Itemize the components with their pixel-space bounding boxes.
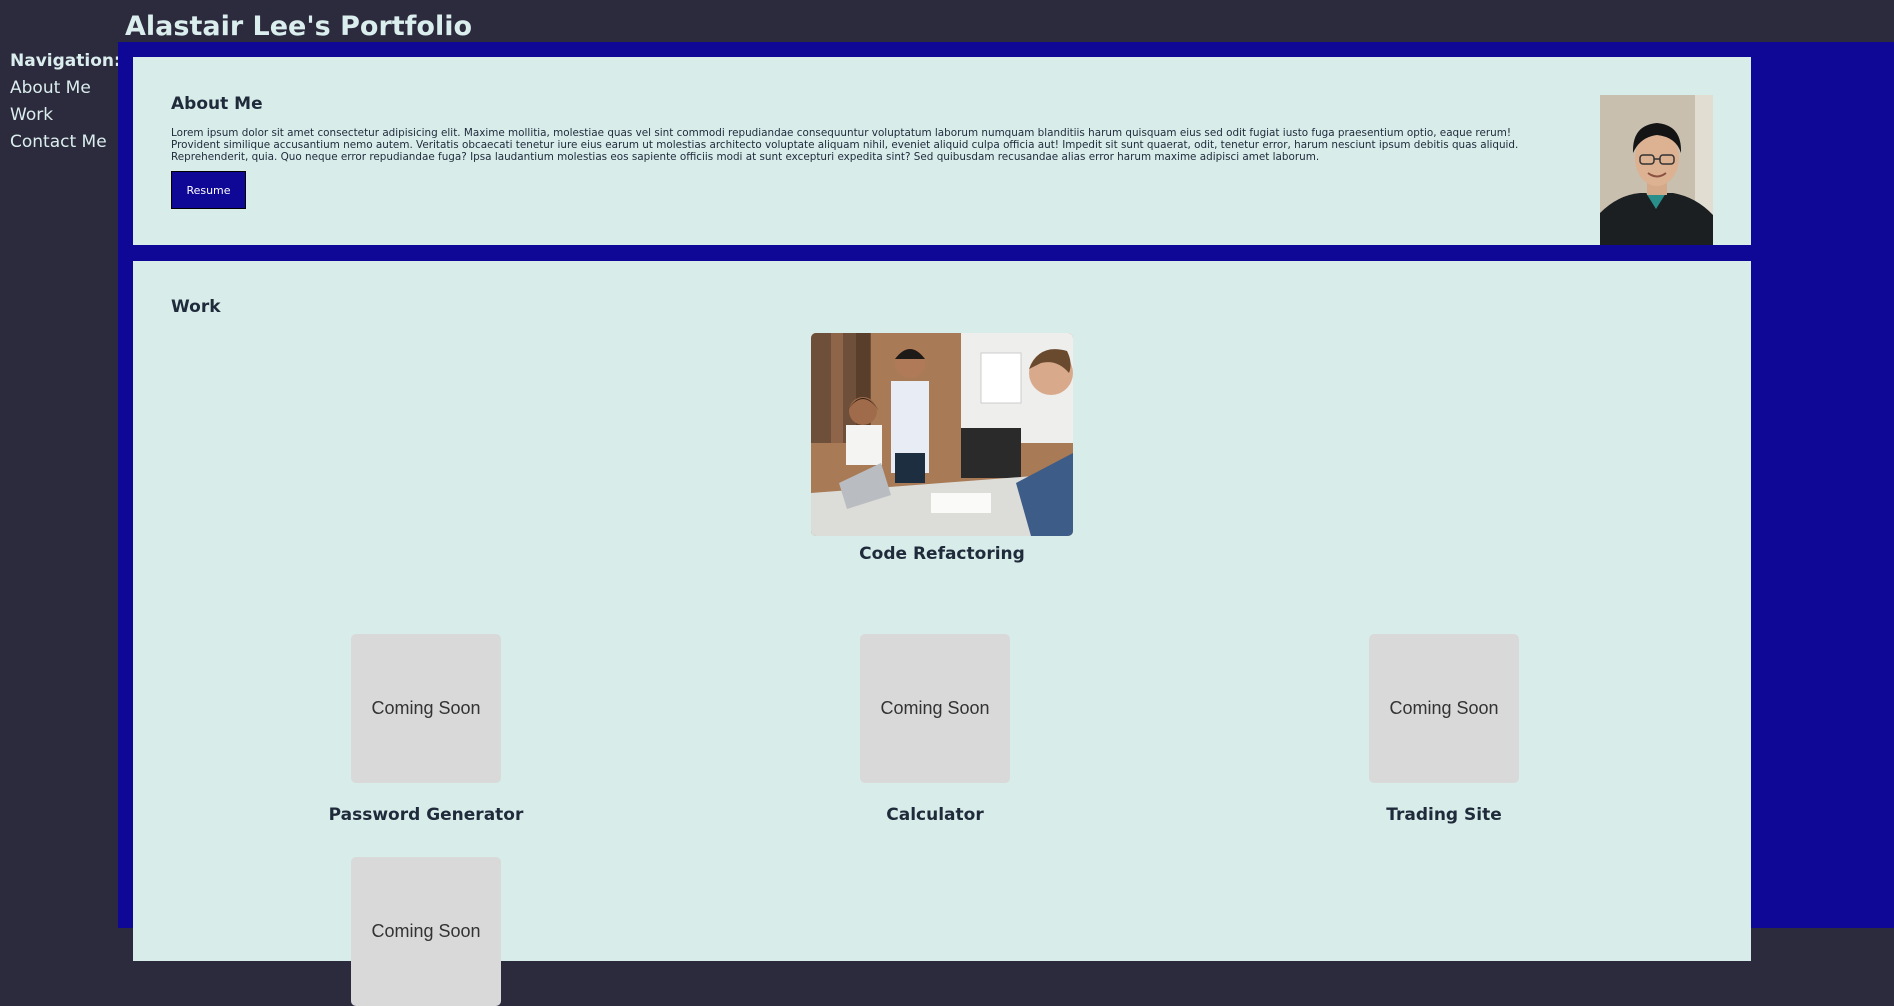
coming-soon-label: Coming Soon bbox=[371, 921, 481, 941]
about-me-section: About Me Lorem ipsum dolor sit amet cons… bbox=[133, 57, 1751, 245]
coming-soon-label: Coming Soon bbox=[1389, 698, 1499, 718]
upcoming-project-tile[interactable]: Coming Soon bbox=[351, 857, 501, 1006]
site-title: Alastair Lee's Portfolio bbox=[125, 11, 473, 42]
main-content: About Me Lorem ipsum dolor sit amet cons… bbox=[118, 42, 1894, 1006]
nav-link-contact-me[interactable]: Contact Me bbox=[10, 132, 107, 152]
trading-site-title[interactable]: Trading Site bbox=[1319, 805, 1569, 825]
profile-photo bbox=[1600, 95, 1713, 245]
password-generator-title[interactable]: Password Generator bbox=[301, 805, 551, 825]
coming-soon-label: Coming Soon bbox=[371, 698, 481, 718]
resume-button[interactable]: Resume bbox=[171, 171, 246, 209]
sidebar-navigation: Navigation: About Me Work Contact Me bbox=[0, 42, 121, 928]
nav-heading: Navigation: bbox=[10, 51, 121, 71]
nav-link-about-me[interactable]: About Me bbox=[10, 78, 91, 98]
about-me-text: Lorem ipsum dolor sit amet consectetur a… bbox=[171, 127, 1519, 163]
trading-site-tile[interactable]: Coming Soon bbox=[1369, 634, 1519, 783]
profile-photo-image bbox=[1600, 95, 1713, 245]
site-header: Alastair Lee's Portfolio bbox=[0, 0, 1894, 42]
password-generator-tile[interactable]: Coming Soon bbox=[351, 634, 501, 783]
work-heading: Work bbox=[171, 297, 221, 317]
work-section: Work Code Refactoring Coming Soon Passwo… bbox=[133, 261, 1751, 1006]
calculator-tile[interactable]: Coming Soon bbox=[860, 634, 1010, 783]
featured-project-title[interactable]: Code Refactoring bbox=[811, 544, 1073, 564]
calculator-title[interactable]: Calculator bbox=[810, 805, 1060, 825]
featured-project-image[interactable] bbox=[811, 333, 1073, 536]
team-meeting-photo bbox=[811, 333, 1073, 536]
about-me-heading: About Me bbox=[171, 94, 263, 114]
nav-link-work[interactable]: Work bbox=[10, 105, 53, 125]
coming-soon-label: Coming Soon bbox=[880, 698, 990, 718]
